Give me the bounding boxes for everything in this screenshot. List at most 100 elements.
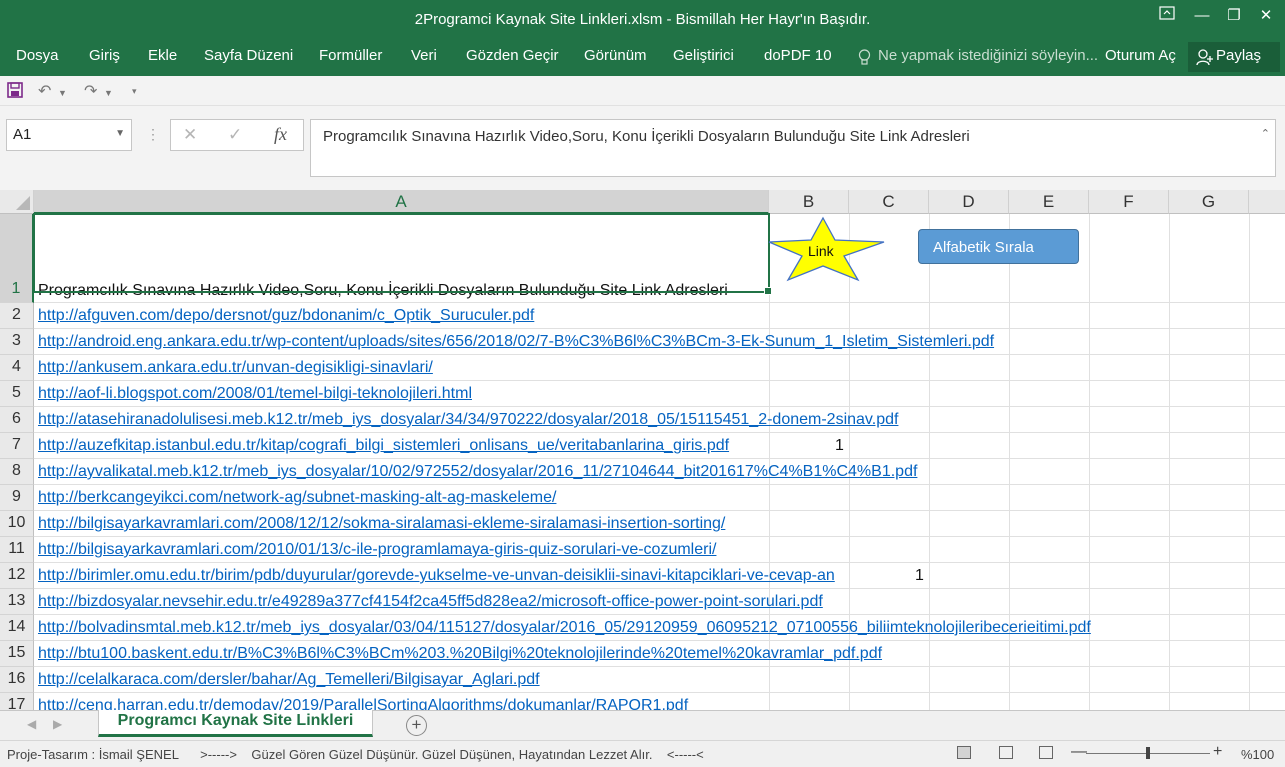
person-add-icon (1196, 49, 1213, 66)
cancel-icon[interactable]: ✕ (183, 125, 197, 145)
customize-qat-icon[interactable]: ▾ (132, 86, 137, 97)
cell-link[interactable]: http://bizdosyalar.nevsehir.edu.tr/e4928… (38, 593, 823, 611)
title-bar: 2Programci Kaynak Site Linkleri.xlsm - B… (0, 0, 1285, 40)
cell-link[interactable]: http://auzefkitap.istanbul.edu.tr/kitap/… (38, 437, 729, 455)
column-header-d[interactable]: D (929, 190, 1009, 214)
zoom-slider-thumb[interactable] (1146, 747, 1150, 759)
row-header[interactable]: 6 (0, 407, 34, 433)
column-header-a[interactable]: A (34, 190, 769, 214)
tell-me-search[interactable]: Ne yapmak istediğinizi söyleyin... (878, 47, 1098, 64)
gridline (1249, 214, 1250, 710)
next-sheet-icon[interactable]: ▶ (53, 717, 62, 731)
tab-sayfa-duzeni[interactable]: Sayfa Düzeni (204, 47, 293, 64)
horizontal-scrollbar[interactable] (460, 718, 1285, 732)
cell-c12[interactable]: 1 (915, 567, 924, 585)
sheet-tab[interactable]: Programcı Kaynak Site Linkleri (98, 710, 373, 737)
enter-icon[interactable]: ✓ (228, 125, 242, 145)
normal-view-icon[interactable] (957, 746, 971, 759)
row-header[interactable]: 2 (0, 303, 34, 329)
previous-sheet-icon[interactable]: ◀ (27, 717, 36, 731)
row-header[interactable]: 10 (0, 511, 34, 537)
zoom-level[interactable]: %100 (1241, 747, 1274, 762)
formula-bar[interactable]: Programcılık Sınavına Hazırlık Video,Sor… (310, 119, 1276, 177)
gridline (34, 406, 1285, 407)
cell-link[interactable]: http://bilgisayarkavramlari.com/2010/01/… (38, 541, 716, 559)
tab-dosya[interactable]: Dosya (16, 47, 59, 64)
add-sheet-icon[interactable]: + (406, 715, 427, 736)
row-header[interactable]: 4 (0, 355, 34, 381)
row-header[interactable]: 8 (0, 459, 34, 485)
close-icon[interactable]: ✕ (1249, 4, 1283, 28)
row-header[interactable]: 5 (0, 381, 34, 407)
cell-link[interactable]: http://aof-li.blogspot.com/2008/01/temel… (38, 385, 472, 403)
insert-function-icon[interactable]: fx (274, 124, 287, 145)
cell-link[interactable]: http://ayvalikatal.meb.k12.tr/meb_iys_do… (38, 463, 917, 481)
worksheet-grid[interactable]: A B C D E F G 1 Programcılık Sınavına Ha… (0, 190, 1285, 710)
gridline (34, 458, 1285, 459)
row-header[interactable]: 16 (0, 667, 34, 693)
alphabetical-sort-button[interactable]: Alfabetik Sırala (918, 229, 1079, 264)
undo-dropdown-icon[interactable]: ▼ (58, 88, 67, 98)
select-all-corner[interactable] (0, 190, 34, 214)
cell-link[interactable]: http://ankusem.ankara.edu.tr/unvan-degis… (38, 359, 433, 377)
tab-gozden-gecir[interactable]: Gözden Geçir (466, 47, 559, 64)
redo-dropdown-icon[interactable]: ▼ (104, 88, 113, 98)
row-header[interactable]: 12 (0, 563, 34, 589)
tab-formuller[interactable]: Formüller (319, 47, 382, 64)
row-header[interactable]: 9 (0, 485, 34, 511)
column-header-e[interactable]: E (1009, 190, 1089, 214)
cell-link[interactable]: http://berkcangeyikci.com/network-ag/sub… (38, 489, 556, 507)
tab-giris[interactable]: Giriş (89, 47, 120, 64)
row-header[interactable]: 13 (0, 589, 34, 615)
page-break-view-icon[interactable] (1039, 746, 1053, 759)
row-header[interactable]: 3 (0, 329, 34, 355)
cell-link[interactable]: http://ceng.harran.edu.tr/demoday/2019/P… (38, 697, 688, 710)
row-header[interactable]: 15 (0, 641, 34, 667)
page-layout-view-icon[interactable] (999, 746, 1013, 759)
tab-dopdf[interactable]: doPDF 10 (764, 47, 832, 64)
cell-link[interactable]: http://btu100.baskent.edu.tr/B%C3%B6l%C3… (38, 645, 882, 663)
share-button[interactable]: Paylaş (1188, 42, 1280, 72)
zoom-in-icon[interactable]: + (1213, 743, 1222, 761)
cell-link[interactable]: http://bolvadinsmtal.meb.k12.tr/meb_iys_… (38, 619, 1091, 637)
cell-link[interactable]: http://android.eng.ankara.edu.tr/wp-cont… (38, 333, 994, 351)
tab-ekle[interactable]: Ekle (148, 47, 177, 64)
cell-link[interactable]: http://atasehiranadolulisesi.meb.k12.tr/… (38, 411, 898, 429)
tab-gorunum[interactable]: Görünüm (584, 47, 647, 64)
undo-icon[interactable]: ↶ (38, 81, 51, 101)
formula-buttons: ✕ ✓ fx (170, 119, 304, 151)
gridline (34, 484, 1285, 485)
gridline (34, 354, 1285, 355)
row-header[interactable]: 1 (0, 214, 34, 303)
cell-link[interactable]: http://afguven.com/depo/dersnot/guz/bdon… (38, 307, 534, 325)
share-label: Paylaş (1216, 47, 1262, 64)
formula-bar-grip-icon[interactable]: ⋮ (146, 126, 160, 143)
save-icon[interactable] (7, 82, 23, 103)
row-header[interactable]: 7 (0, 433, 34, 459)
restore-icon[interactable]: ❐ (1217, 4, 1251, 28)
zoom-out-icon[interactable]: — (1071, 743, 1087, 761)
name-box-dropdown-icon[interactable]: ▼ (115, 128, 125, 139)
redo-icon[interactable]: ↷ (84, 81, 97, 101)
collapse-formula-bar-icon[interactable]: ⌃ (1261, 127, 1270, 140)
column-header-h[interactable] (1249, 190, 1285, 214)
ribbon-display-options-icon[interactable] (1150, 4, 1184, 28)
cell-link[interactable]: http://birimler.omu.edu.tr/birim/pdb/duy… (38, 567, 848, 585)
column-header-g[interactable]: G (1169, 190, 1249, 214)
row-header[interactable]: 11 (0, 537, 34, 563)
minimize-icon[interactable]: — (1185, 4, 1219, 28)
cell-b7[interactable]: 1 (835, 437, 844, 455)
cell-link[interactable]: http://bilgisayarkavramlari.com/2008/12/… (38, 515, 725, 533)
gridline (34, 432, 1285, 433)
tab-veri[interactable]: Veri (411, 47, 437, 64)
tab-gelistirici[interactable]: Geliştirici (673, 47, 734, 64)
column-header-b[interactable]: B (769, 190, 849, 214)
gridline (34, 328, 1285, 329)
row-header[interactable]: 14 (0, 615, 34, 641)
column-header-c[interactable]: C (849, 190, 929, 214)
cell-link[interactable]: http://celalkaraca.com/dersler/bahar/Ag_… (38, 671, 540, 689)
name-box[interactable]: A1 ▼ (6, 119, 132, 151)
sign-in-link[interactable]: Oturum Aç (1105, 47, 1176, 64)
row-header[interactable]: 17 (0, 693, 34, 710)
column-header-f[interactable]: F (1089, 190, 1169, 214)
